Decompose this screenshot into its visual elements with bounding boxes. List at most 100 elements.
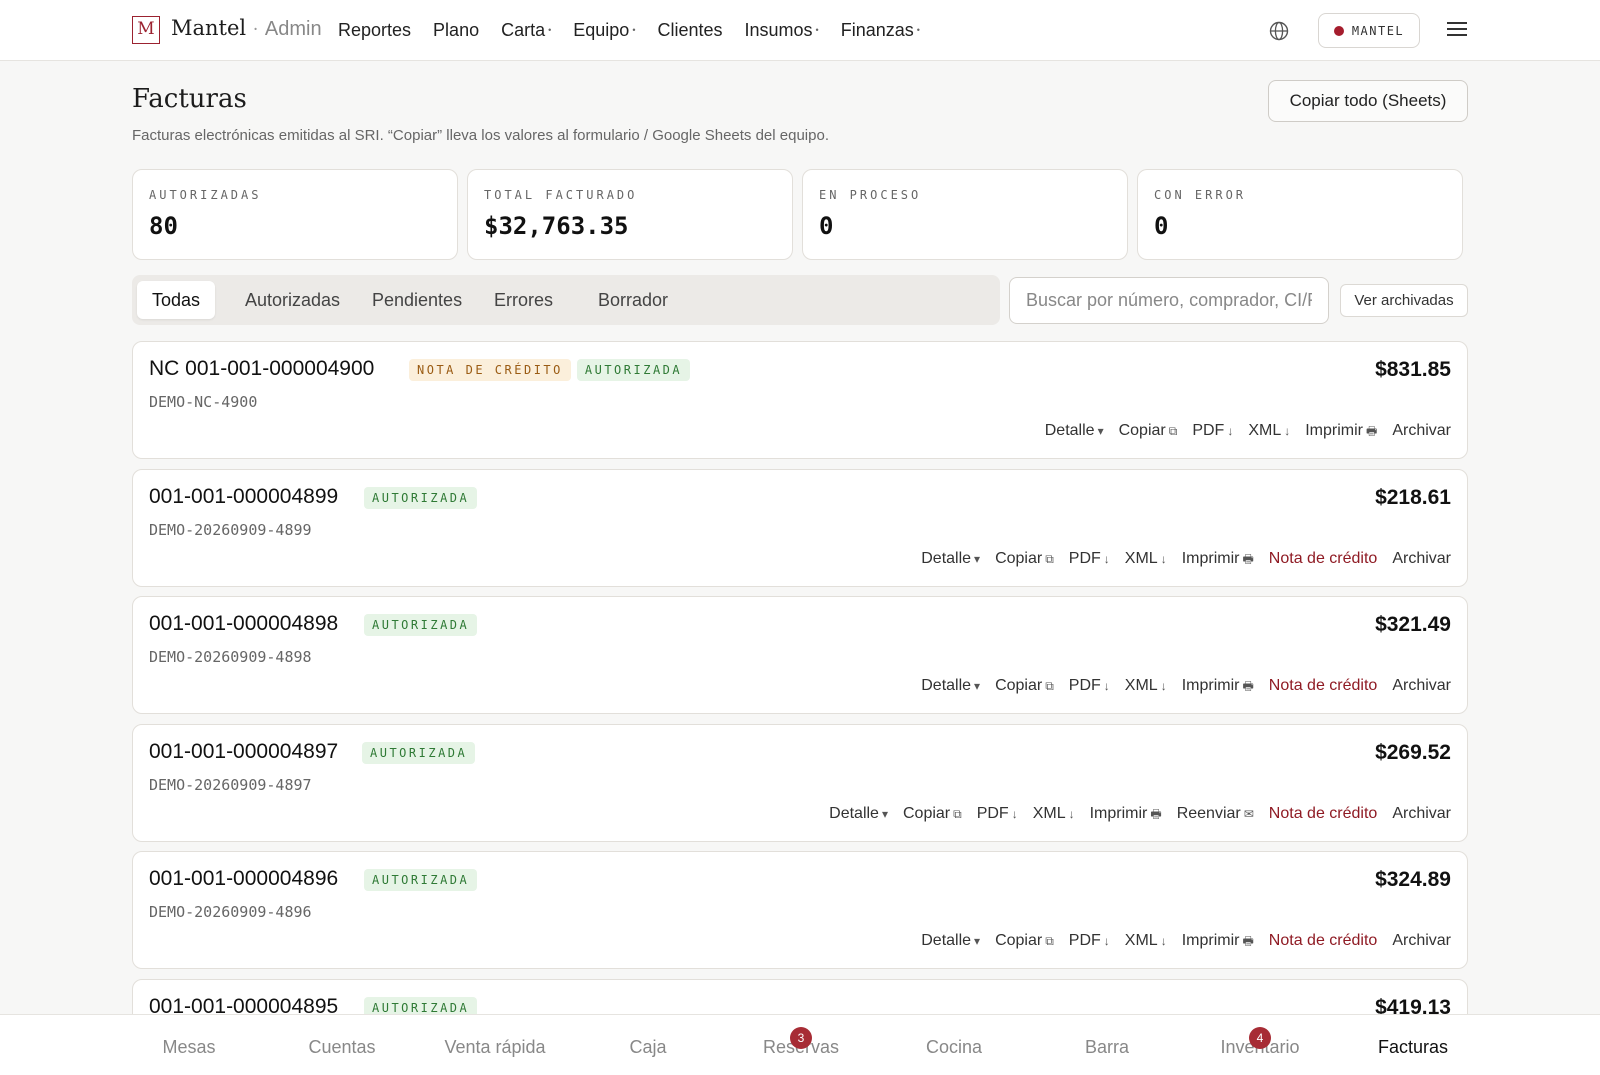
pdf-button[interactable]: PDF ↓ <box>1069 677 1110 698</box>
stat-card: CON ERROR 0 <box>1137 169 1463 260</box>
archivar-button[interactable]: Archivar <box>1392 932 1451 953</box>
detalle-button[interactable]: Detalle ▾ <box>829 805 888 826</box>
invoice-card[interactable]: 001-001-000004897 AUTORIZADA DEMO-20260909… <box>132 723 1468 842</box>
bottom-nav-venta-rapida[interactable]: Venta rápida <box>420 1037 570 1058</box>
copy-icon: ⧉ <box>1045 679 1054 693</box>
search-input[interactable] <box>1009 277 1329 324</box>
chevron-down-icon: ▾ <box>974 679 981 693</box>
nav-item-label: Reportes <box>338 20 412 40</box>
tab-errores[interactable]: Errores <box>479 281 568 319</box>
bottom-nav-cuentas[interactable]: Cuentas <box>267 1037 417 1058</box>
xml-button[interactable]: XML ↓ <box>1033 805 1075 826</box>
action-label: XML <box>1248 422 1282 439</box>
invoice-number: NC 001-001-000004900 <box>149 357 375 380</box>
invoice-card[interactable]: 001-001-000004899 AUTORIZADA DEMO-20260909… <box>132 468 1468 587</box>
nota-de-credito-button[interactable]: Nota de crédito <box>1269 805 1378 826</box>
tab-pendientes[interactable]: Pendientes <box>357 281 477 319</box>
detalle-button[interactable]: Detalle ▾ <box>921 932 980 953</box>
nav-item-insumos[interactable]: Insumos • <box>745 20 819 41</box>
invoice-card[interactable]: 001-001-000004896 AUTORIZADA DEMO-20260909… <box>132 851 1468 969</box>
invoice-card[interactable]: 001-001-000004898 AUTORIZADA DEMO-20260909… <box>132 596 1468 714</box>
reenviar-button[interactable]: Reenviar ✉ <box>1177 805 1254 826</box>
status-badge: AUTORIZADA <box>576 359 691 381</box>
copiar-button[interactable]: Copiar ⧉ <box>903 805 962 826</box>
pdf-button[interactable]: PDF ↓ <box>1069 932 1110 953</box>
printer-icon: 🖶 <box>1242 679 1254 693</box>
stat-value: 80 <box>149 212 178 240</box>
imprimir-button[interactable]: Imprimir 🖶 <box>1182 932 1254 953</box>
imprimir-button[interactable]: Imprimir 🖶 <box>1182 677 1254 698</box>
status-badge: AUTORIZADA <box>364 614 478 636</box>
copiar-button[interactable]: Copiar ⧉ <box>1119 422 1178 443</box>
bottom-nav-reservas[interactable]: Reservas3 <box>726 1027 876 1058</box>
view-archived-button[interactable]: Ver archivadas <box>1340 284 1468 317</box>
menu-icon[interactable] <box>1447 21 1467 37</box>
globe-icon[interactable] <box>1269 21 1289 41</box>
xml-button[interactable]: XML ↓ <box>1125 550 1167 571</box>
logo-icon[interactable]: M <box>132 16 160 44</box>
archivar-button[interactable]: Archivar <box>1392 550 1451 571</box>
nav-item-carta[interactable]: Carta • <box>501 20 551 41</box>
status-badges: AUTORIZADA <box>364 869 478 891</box>
brand-separator: · <box>252 20 259 40</box>
main-nav: Reportes Plano Carta • Equipo • Clientes Insumo… <box>338 20 942 41</box>
account-button[interactable]: MANTEL <box>1318 13 1420 48</box>
nav-item-finanzas[interactable]: Finanzas • <box>841 20 920 41</box>
bottom-nav-mesas[interactable]: Mesas <box>114 1037 264 1058</box>
invoice-card[interactable]: NC 001-001-000004900 NOTA DE CRÉDITO AUTOR… <box>132 341 1468 459</box>
pdf-button[interactable]: PDF ↓ <box>1192 422 1233 443</box>
detalle-button[interactable]: Detalle ▾ <box>1045 422 1104 443</box>
tab-todas[interactable]: Todas <box>137 281 216 319</box>
xml-button[interactable]: XML ↓ <box>1248 422 1290 443</box>
nav-item-plano[interactable]: Plano <box>433 20 479 41</box>
copiar-button[interactable]: Copiar ⧉ <box>995 932 1054 953</box>
stat-card: TOTAL FACTURADO $32,763.35 <box>467 169 793 260</box>
brand[interactable]: Mantel · Admin <box>171 16 322 41</box>
nota-de-credito-button[interactable]: Nota de crédito <box>1269 677 1378 698</box>
tab-autorizadas[interactable]: Autorizadas <box>230 281 355 319</box>
archivar-button[interactable]: Archivar <box>1392 677 1451 698</box>
tab-borrador[interactable]: Borrador <box>583 281 683 319</box>
nota-de-credito-button[interactable]: Nota de crédito <box>1269 932 1378 953</box>
action-label: Archivar <box>1392 677 1451 694</box>
pdf-button[interactable]: PDF ↓ <box>977 805 1018 826</box>
copy-icon: ⧉ <box>953 806 962 821</box>
printer-icon: 🖶 <box>1242 934 1254 948</box>
archivar-button[interactable]: Archivar <box>1392 422 1451 443</box>
action-label: Copiar <box>995 932 1043 949</box>
download-icon: ↓ <box>1160 934 1167 948</box>
download-icon: ↓ <box>1011 806 1018 821</box>
nav-item-reportes[interactable]: Reportes <box>338 20 411 41</box>
invoice-actions: Detalle ▾ Copiar ⧉ PDF ↓ XML ↓ Imprimir 🖶 Archivar <box>1045 422 1451 443</box>
copy-all-button[interactable]: Copiar todo (Sheets) <box>1268 80 1468 122</box>
xml-button[interactable]: XML ↓ <box>1125 932 1167 953</box>
action-label: XML <box>1032 804 1066 822</box>
action-label: Detalle <box>1044 422 1095 439</box>
archivar-button[interactable]: Archivar <box>1392 805 1451 826</box>
xml-button[interactable]: XML ↓ <box>1125 677 1167 698</box>
invoice-number: 001-001-000004898 <box>149 612 339 635</box>
nota-de-credito-button[interactable]: Nota de crédito <box>1269 550 1378 571</box>
bottom-nav-barra[interactable]: Barra <box>1032 1037 1182 1058</box>
pdf-button[interactable]: PDF ↓ <box>1069 550 1110 571</box>
nav-item-clientes[interactable]: Clientes <box>657 20 722 41</box>
nav-item-label: Insumos <box>744 20 813 40</box>
status-badges: AUTORIZADA <box>364 486 478 509</box>
stat-label: AUTORIZADAS <box>149 188 262 202</box>
bottom-nav-inventario[interactable]: Inventario4 <box>1185 1027 1335 1058</box>
copiar-button[interactable]: Copiar ⧉ <box>995 677 1054 698</box>
detalle-button[interactable]: Detalle ▾ <box>921 677 980 698</box>
nav-item-equipo[interactable]: Equipo • <box>573 20 635 41</box>
imprimir-button[interactable]: Imprimir 🖶 <box>1305 422 1377 443</box>
imprimir-button[interactable]: Imprimir 🖶 <box>1090 805 1162 826</box>
detalle-button[interactable]: Detalle ▾ <box>921 550 980 571</box>
download-icon: ↓ <box>1160 551 1167 566</box>
invoice-actions: Detalle ▾ Copiar ⧉ PDF ↓ XML ↓ Imprimir 🖶 Nota de … <box>921 550 1451 571</box>
bottom-nav-caja[interactable]: Caja <box>573 1037 723 1058</box>
action-label: XML <box>1124 549 1158 567</box>
copiar-button[interactable]: Copiar ⧉ <box>995 550 1054 571</box>
printer-icon: 🖶 <box>1365 424 1378 438</box>
bottom-nav-cocina[interactable]: Cocina <box>879 1037 1029 1058</box>
bottom-nav-facturas[interactable]: Facturas <box>1338 1037 1488 1058</box>
imprimir-button[interactable]: Imprimir 🖶 <box>1182 550 1254 571</box>
